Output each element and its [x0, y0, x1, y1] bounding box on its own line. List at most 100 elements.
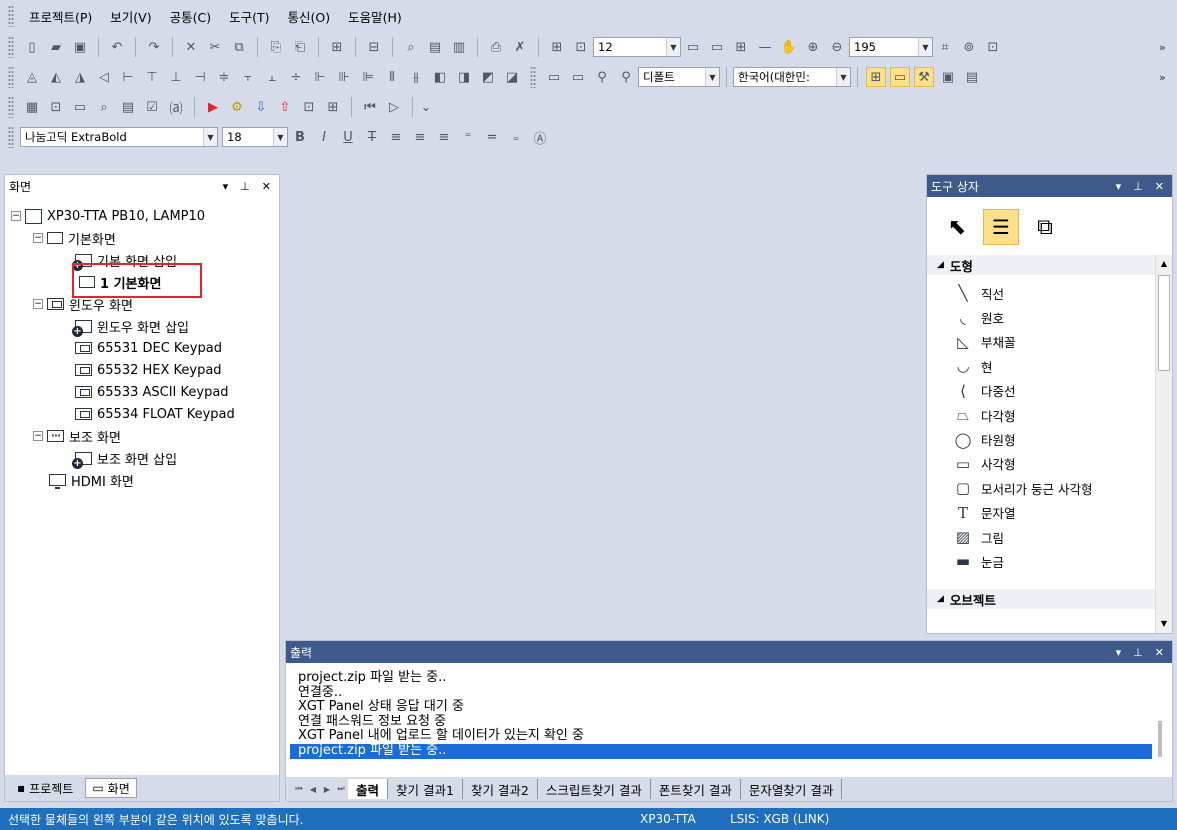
- tree-window-item[interactable]: 65531 DEC Keypad: [75, 337, 222, 359]
- collapse-icon[interactable]: −: [33, 299, 43, 309]
- menubar-grip[interactable]: [8, 5, 14, 27]
- italic-icon[interactable]: I: [314, 127, 334, 147]
- add-object-icon[interactable]: ⧉: [1027, 209, 1063, 245]
- mirror-icon[interactable]: ◭: [46, 67, 66, 87]
- compare-icon[interactable]: ⊡: [299, 97, 319, 117]
- valign-top-icon[interactable]: ⁼: [458, 127, 478, 147]
- view-list-icon[interactable]: ▤: [962, 67, 982, 87]
- toolbar-grip[interactable]: [8, 96, 14, 118]
- toolbar-grip[interactable]: [8, 66, 14, 88]
- panel-menu-icon[interactable]: ▾: [1116, 180, 1122, 193]
- dropdown-arrow-icon[interactable]: ▼: [705, 68, 719, 86]
- align-center-icon[interactable]: ≑: [214, 67, 234, 87]
- id-icon[interactable]: ▭: [544, 67, 564, 87]
- table-icon[interactable]: ⊞: [731, 37, 751, 57]
- flip-icon[interactable]: ◬: [22, 67, 42, 87]
- align-text-left-icon[interactable]: ≡: [386, 127, 406, 147]
- triangle-icon[interactable]: ◮: [70, 67, 90, 87]
- log-line-selected[interactable]: project.zip 파일 받는 중..: [290, 743, 1152, 759]
- page-icon[interactable]: ▭: [707, 37, 727, 57]
- prev-tab-icon[interactable]: ◀: [306, 785, 320, 794]
- tool-rounded-rectangle[interactable]: ▢ 모서리가 둥근 사각형: [953, 476, 1093, 500]
- dropdown-arrow-icon[interactable]: ▼: [666, 38, 680, 56]
- find-icon[interactable]: ⌕: [401, 37, 421, 57]
- center-horizontal-icon[interactable]: ⫠: [262, 67, 282, 87]
- forward-icon[interactable]: ◩: [478, 67, 498, 87]
- download-icon[interactable]: ⇩: [251, 97, 271, 117]
- tool-scale[interactable]: ▬ 눈금: [953, 549, 1092, 573]
- line-style-icon[interactable]: —: [755, 37, 775, 57]
- tool-rectangle[interactable]: ▭ 사각형: [953, 452, 1092, 476]
- close-icon[interactable]: ✕: [262, 180, 271, 193]
- menu-project[interactable]: 프로젝트(P): [20, 7, 101, 26]
- align-top-icon[interactable]: ⊤: [142, 67, 162, 87]
- language-combo[interactable]: 한국어(대한민: ▼: [733, 67, 851, 87]
- view-screen-icon[interactable]: ⊞: [866, 67, 886, 87]
- align-bottom-icon[interactable]: ⊥: [166, 67, 186, 87]
- copy-icon[interactable]: ⧉: [229, 37, 249, 57]
- output-scrollbar[interactable]: [1154, 669, 1168, 773]
- view-tools-icon[interactable]: ⚒: [914, 67, 934, 87]
- center-vertical-icon[interactable]: ÷: [286, 67, 306, 87]
- preview-icon[interactable]: ⊡: [46, 97, 66, 117]
- grid-size-combo[interactable]: 12 ▼: [593, 37, 681, 57]
- tree-root[interactable]: − XP30-TTA PB10, LAMP10: [11, 205, 205, 227]
- undo-icon[interactable]: ↶: [107, 37, 127, 57]
- tool-ellipse[interactable]: ◯ 타원형: [953, 427, 1092, 451]
- next-tab-icon[interactable]: ▶: [320, 785, 334, 794]
- dropdown-arrow-icon[interactable]: ▼: [273, 128, 287, 146]
- pin-icon[interactable]: ⊥: [240, 180, 250, 193]
- zoom-window-icon[interactable]: ⊡: [983, 37, 1003, 57]
- screen-icon[interactable]: ▭: [70, 97, 90, 117]
- tool-arc[interactable]: ◟ 원호: [953, 305, 1092, 329]
- run-simulator-icon[interactable]: ▶: [203, 97, 223, 117]
- bring-front-icon[interactable]: ◧: [430, 67, 450, 87]
- editor-area[interactable]: [285, 174, 922, 634]
- tree-window-insert[interactable]: 윈도우 화면 삽입: [72, 315, 189, 337]
- font-size-combo[interactable]: 18 ▼: [222, 127, 288, 147]
- same-height-icon[interactable]: ⊪: [334, 67, 354, 87]
- tool-polyline[interactable]: ⟨ 다중선: [953, 379, 1092, 403]
- tab-project[interactable]: ▪ 프로젝트: [11, 778, 79, 798]
- menu-common[interactable]: 공통(C): [161, 7, 220, 26]
- font-name-combo[interactable]: 나눔고딕 ExtraBold ▼: [20, 127, 218, 147]
- tab-script-find[interactable]: 스크립트찾기 결과: [538, 779, 651, 799]
- first-icon[interactable]: ⏮: [360, 97, 380, 117]
- strikethrough-icon[interactable]: T: [362, 127, 382, 147]
- menu-help[interactable]: 도움말(H): [339, 7, 411, 26]
- monitor-grid-icon[interactable]: ⊞: [323, 97, 343, 117]
- scroll-down-icon[interactable]: ▼: [1156, 615, 1172, 633]
- language-icon[interactable]: ⚲: [592, 67, 612, 87]
- font-color-icon[interactable]: Ⓐ: [530, 127, 550, 147]
- list-view-icon[interactable]: ☰: [983, 209, 1019, 245]
- underline-icon[interactable]: U: [338, 127, 358, 147]
- toolbar-overflow-icon[interactable]: »: [1159, 41, 1171, 54]
- tree-window-item[interactable]: 65533 ASCII Keypad: [75, 381, 229, 403]
- font-icon[interactable]: ⚲: [616, 67, 636, 87]
- next-icon[interactable]: ▷: [384, 97, 404, 117]
- toolbar-grip[interactable]: [530, 66, 536, 88]
- grid-settings-icon[interactable]: ⊡: [571, 37, 591, 57]
- tool-chord[interactable]: ◡ 현: [953, 354, 1092, 378]
- tree-hdmi[interactable]: HDMI 화면: [49, 469, 134, 491]
- grid-icon[interactable]: ⊞: [547, 37, 567, 57]
- font-preset-combo[interactable]: 디폴트 ▼: [638, 67, 720, 87]
- tools-icon[interactable]: ✗: [510, 37, 530, 57]
- same-size-icon[interactable]: ⊫: [358, 67, 378, 87]
- align-left-icon[interactable]: ⊢: [118, 67, 138, 87]
- panel-menu-icon[interactable]: ▾: [1116, 646, 1122, 659]
- zoom-100-icon[interactable]: ⊚: [959, 37, 979, 57]
- screen-find-icon[interactable]: ⌕: [94, 97, 114, 117]
- panel-menu-icon[interactable]: ▾: [223, 180, 229, 193]
- tree-window-item[interactable]: 65534 FLOAT Keypad: [75, 403, 235, 425]
- tree-sub-insert[interactable]: 보조 화면 삽입: [72, 447, 177, 469]
- new-file-icon[interactable]: ▯: [22, 37, 42, 57]
- space-horizontal-icon[interactable]: ⫴: [382, 67, 402, 87]
- fit-icon[interactable]: ⌗: [935, 37, 955, 57]
- scroll-thumb[interactable]: [1158, 721, 1162, 757]
- scroll-up-icon[interactable]: ▲: [1156, 255, 1172, 273]
- toolbar-overflow-icon[interactable]: »: [1159, 71, 1171, 84]
- menu-view[interactable]: 보기(V): [101, 7, 160, 26]
- valign-bottom-icon[interactable]: ₌: [506, 127, 526, 147]
- collapse-icon[interactable]: −: [33, 233, 43, 243]
